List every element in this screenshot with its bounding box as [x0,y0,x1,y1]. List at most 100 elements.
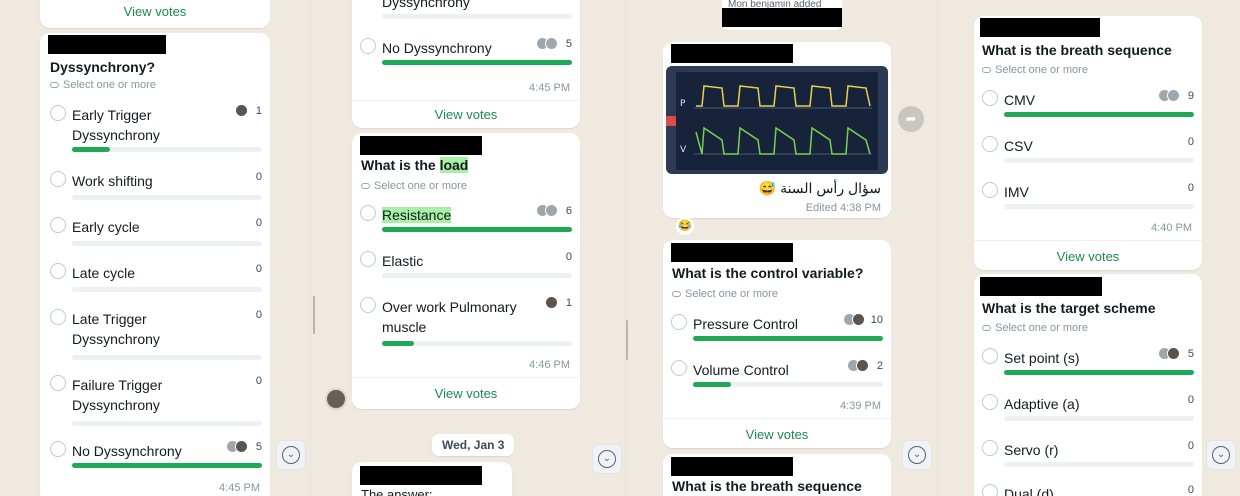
poll-option[interactable]: Pressure Control 10 [671,312,883,342]
option-count: 2 [876,360,883,372]
poll-option[interactable]: IMV 0 [982,180,1194,210]
redacted-sender [980,18,1100,37]
poll-option[interactable]: Resistance 6 [360,203,572,233]
poll-title: What is the target scheme [982,300,1156,316]
message-text: The answer: [361,487,433,496]
vote-bar [72,421,262,426]
message-reaction[interactable]: 😂 [676,217,694,235]
poll-option[interactable]: Volume Control 2 [671,358,883,388]
vote-bar-fill [1004,370,1194,375]
redacted-sender [980,277,1102,296]
option-label: Elastic [382,253,424,269]
poll-bubble-dyssynchrony: Dyssynchrony? Select one or more Early T… [40,33,270,496]
voter-avatars [1158,89,1180,102]
option-radio[interactable] [982,484,998,496]
double-check-icon [982,67,991,73]
voter-avatars [536,37,558,50]
poll-option[interactable]: Over work Pulmonary muscle 1 [360,295,572,347]
voter-avatars [847,359,869,372]
vote-bar [72,241,262,246]
option-radio[interactable] [982,182,998,198]
option-count: 0 [255,263,262,275]
option-radio[interactable] [50,171,66,187]
system-message: Mon benjamin added [722,0,842,30]
option-radio[interactable] [360,205,376,221]
poll-hint: Select one or more [982,64,1088,76]
poll-option[interactable]: Failure Trigger Dyssynchrony 0 [50,373,262,426]
option-radio[interactable] [671,360,687,376]
panel-divider [626,320,628,360]
option-count: 5 [565,38,572,50]
poll-option[interactable]: CSV 0 [982,134,1194,164]
option-radio[interactable] [50,375,66,391]
scroll-down-button[interactable]: ⌄ [1206,440,1236,470]
poll-option[interactable]: No Dyssynchrony 5 [360,36,572,66]
poll-option[interactable]: Elastic 0 [360,249,572,279]
poll-option[interactable]: No Dyssynchrony 5 [50,439,262,469]
voter-avatars [843,313,865,326]
option-radio[interactable] [982,136,998,152]
poll-option[interactable]: Late cycle 0 [50,261,262,292]
option-radio[interactable] [50,441,66,457]
poll-bubble-load: What is the load Select one or more Resi… [352,133,580,409]
scroll-down-button[interactable]: ⌄ [276,440,306,470]
poll-option[interactable]: Set point (s) 5 [982,346,1194,376]
option-radio[interactable] [50,309,66,325]
option-radio[interactable] [982,440,998,456]
option-label: Work shifting [72,173,153,189]
redacted-sender [671,457,793,476]
chat-panel-1: View votes Dyssynchrony? Select one or m… [0,0,310,496]
view-votes-button[interactable]: View votes [352,377,580,409]
view-votes-button[interactable]: View votes [352,100,580,128]
vote-bar [1004,416,1194,421]
view-votes-button[interactable]: View votes [663,418,891,448]
poll-option[interactable]: Early cycle 0 [50,215,262,246]
vote-bar [1004,370,1194,375]
option-label: Late Trigger Dyssynchrony [72,311,160,347]
option-count: 0 [1187,484,1194,496]
option-label: No Dyssynchrony [72,443,182,459]
redacted-sender [360,136,482,155]
option-radio[interactable] [671,314,687,330]
voter-avatars [545,296,558,309]
sender-avatar[interactable] [325,388,347,410]
option-radio[interactable] [50,105,66,121]
poll-option[interactable]: Servo (r) 0 [982,438,1194,468]
chevron-down-icon: ⌄ [908,446,926,464]
date-separator: Wed, Jan 3 [432,434,515,456]
poll-bubble-control-variable: What is the control variable? Select one… [663,240,891,448]
poll-option[interactable]: CMV 9 [982,88,1194,118]
poll-option[interactable]: Early Trigger Dyssynchrony 1 [50,103,262,155]
vote-bar [72,287,262,292]
option-radio[interactable] [50,263,66,279]
poll-bubble-previous: View votes [40,0,270,28]
poll-option[interactable]: Work shifting 0 [50,169,262,200]
option-label: Early Trigger Dyssynchrony [72,107,160,143]
option-radio[interactable] [360,251,376,267]
option-label: Failure Trigger Dyssynchrony [72,377,163,413]
option-radio[interactable] [360,297,376,313]
poll-option[interactable]: Late Trigger Dyssynchrony 0 [50,307,262,360]
ventilator-waveform-image[interactable]: P V [666,66,888,174]
scroll-down-button[interactable]: ⌄ [902,440,932,470]
voter-avatars [1158,347,1180,360]
scroll-down-button[interactable]: ⌄ [592,444,622,474]
view-votes-button[interactable]: View votes [40,4,270,19]
image-caption: سؤال رأس السنة 😅 [758,180,881,196]
forward-button[interactable]: ➦ [898,106,924,132]
option-count: 5 [255,441,262,453]
option-radio[interactable] [982,394,998,410]
message-time: 4:45 PM [529,82,570,94]
vote-bar [72,195,262,200]
option-radio[interactable] [50,217,66,233]
poll-option[interactable]: Adaptive (a) 0 [982,392,1194,422]
option-count: 0 [1187,394,1194,406]
option-radio[interactable] [982,90,998,106]
vote-bar [382,273,572,278]
poll-hint: Select one or more [672,288,778,300]
option-radio[interactable] [360,38,376,54]
option-label: Dual (d) [1004,486,1054,496]
poll-option[interactable]: Dual (d) 0 [982,482,1194,496]
view-votes-button[interactable]: View votes [974,240,1202,270]
option-radio[interactable] [982,348,998,364]
